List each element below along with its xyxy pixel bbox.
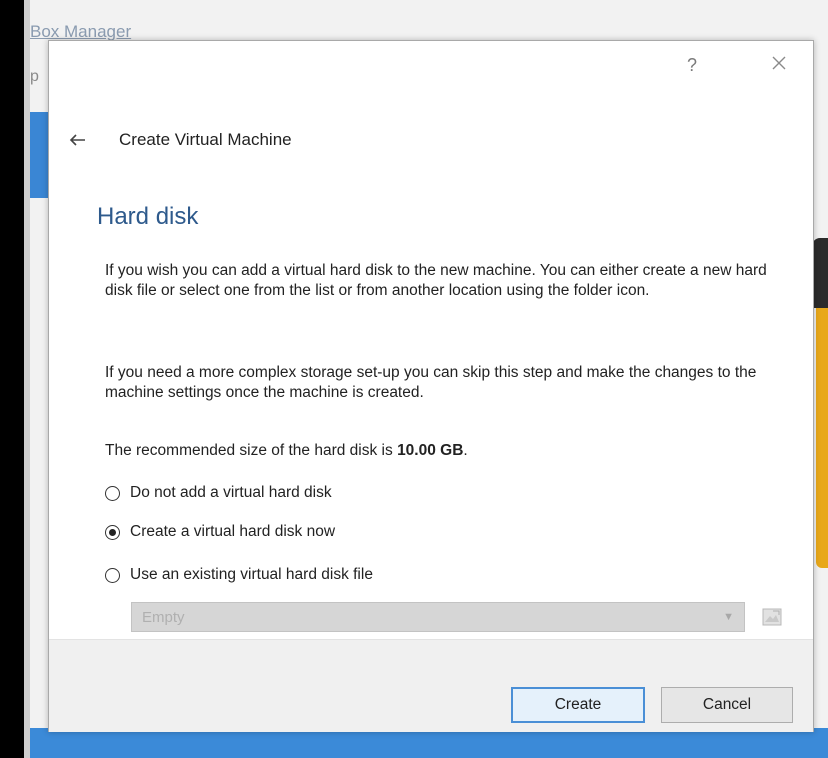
description-paragraph-1: If you wish you can add a virtual hard d…	[105, 262, 767, 299]
recommended-suffix: .	[463, 442, 468, 459]
background-artwork-dark	[812, 238, 828, 308]
dialog-header-title: Create Virtual Machine	[119, 130, 292, 149]
dialog-footer: Create Cancel	[49, 639, 813, 732]
help-button[interactable]: ?	[687, 55, 697, 76]
header-row: Create Virtual Machine	[67, 129, 292, 151]
folder-icon[interactable]	[761, 606, 783, 628]
cancel-button[interactable]: Cancel	[661, 687, 793, 723]
option-label: Do not add a virtual hard disk	[130, 484, 332, 501]
option-label: Create a virtual hard disk now	[130, 523, 336, 540]
left-edge-strip	[0, 0, 24, 758]
page-title: Hard disk	[97, 203, 199, 230]
recommended-size-text: The recommended size of the hard disk is…	[105, 441, 775, 461]
existing-disk-select[interactable]: Empty ▼	[131, 602, 745, 632]
recommended-prefix: The recommended size of the hard disk is	[105, 442, 398, 459]
background-selection-bar	[30, 112, 50, 198]
chevron-down-icon: ▼	[723, 611, 734, 623]
close-icon[interactable]	[767, 51, 791, 75]
description-paragraph-2: If you need a more complex storage set-u…	[105, 364, 757, 401]
background-app-title: Box Manager	[30, 22, 132, 41]
option-create-disk[interactable]: Create a virtual hard disk now	[105, 523, 335, 541]
background-bottom-bar	[30, 728, 828, 758]
option-existing-disk[interactable]: Use an existing virtual hard disk file	[105, 566, 373, 584]
create-vm-dialog: ? Create Virtual Machine Hard disk If yo…	[48, 40, 814, 732]
back-arrow-icon[interactable]	[67, 129, 89, 151]
create-button[interactable]: Create	[511, 687, 645, 723]
recommended-size-value: 10.00 GB	[397, 442, 464, 459]
background-side-text: p	[30, 68, 39, 85]
option-label: Use an existing virtual hard disk file	[130, 566, 373, 583]
radio-button-no-disk[interactable]	[105, 485, 120, 501]
radio-button-existing-disk[interactable]	[105, 567, 120, 583]
existing-disk-select-value: Empty	[142, 608, 185, 626]
radio-button-create-disk[interactable]	[105, 524, 120, 540]
option-no-disk[interactable]: Do not add a virtual hard disk	[105, 484, 332, 502]
